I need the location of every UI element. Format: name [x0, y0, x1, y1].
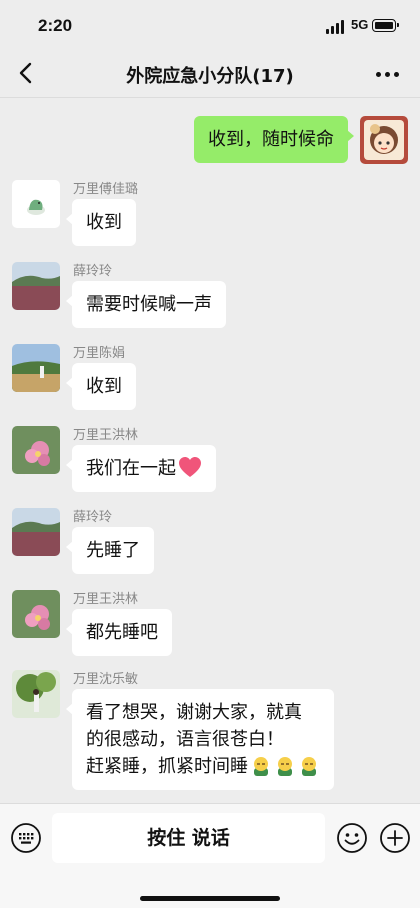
sleepy-face-emoji-icon — [302, 757, 316, 776]
sleepy-face-emoji-icon — [278, 757, 292, 776]
flower-avatar[interactable] — [12, 590, 60, 638]
message-bubble[interactable]: 都先睡吧 — [66, 609, 172, 656]
plus-icon[interactable] — [379, 822, 411, 854]
sender-name: 万里王洪林 — [73, 428, 139, 443]
keyboard-icon[interactable] — [10, 822, 42, 854]
flower-avatar[interactable] — [12, 426, 60, 474]
sender-name: 万里沈乐敏 — [73, 672, 139, 687]
dinosaur-avatar[interactable] — [12, 180, 60, 228]
message-bubble[interactable]: 看了想哭，谢谢大家，就真 的很感动，语言很苍白！ 赶紧睡，抓紧时间睡 — [66, 689, 334, 790]
message-bubble[interactable]: 我们在一起 — [66, 445, 216, 492]
battery-icon — [372, 19, 399, 32]
message-text: 我们在一起 — [86, 458, 176, 479]
message-text-line: 看了想哭，谢谢大家，就真 — [86, 702, 302, 723]
emoji-icon[interactable] — [336, 822, 368, 854]
status-time: 2:20 — [38, 16, 73, 35]
sender-name: 薛玲玲 — [73, 510, 113, 525]
heart-icon — [179, 457, 201, 477]
sleepy-face-emoji-icon — [254, 757, 268, 776]
message-bubble[interactable]: 先睡了 — [66, 527, 154, 574]
self-avatar[interactable] — [360, 116, 408, 164]
status-bar: 2:20 5G — [0, 0, 420, 52]
message-text-line: 的很感动，语言很苍白！ — [86, 729, 284, 750]
home-indicator — [140, 896, 280, 901]
sender-name: 万里陈娟 — [73, 346, 126, 361]
field-avatar[interactable] — [12, 508, 60, 556]
message-bubble[interactable]: 收到，随时候命 — [194, 116, 354, 163]
nav-bar: 外院应急小分队(17) — [0, 52, 420, 98]
input-bar: 按住 说话 — [0, 803, 420, 908]
chat-title: 外院应急小分队(17) — [126, 66, 294, 87]
sender-name: 万里王洪林 — [73, 592, 139, 607]
more-icon[interactable] — [372, 64, 404, 84]
sender-name: 万里傅佳璐 — [73, 182, 139, 197]
tree-avatar[interactable] — [12, 670, 60, 718]
meadow-avatar[interactable] — [12, 344, 60, 392]
message-bubble[interactable]: 收到 — [66, 363, 136, 410]
signal-icon — [326, 20, 346, 34]
sender-name: 薛玲玲 — [73, 264, 113, 279]
message-bubble[interactable]: 需要时候喊一声 — [66, 281, 226, 328]
message-bubble[interactable]: 收到 — [66, 199, 136, 246]
message-text-line: 赶紧睡，抓紧时间睡 — [86, 753, 320, 780]
back-icon[interactable] — [12, 58, 42, 88]
field-avatar[interactable] — [12, 262, 60, 310]
hold-to-talk-button[interactable]: 按住 说话 — [52, 813, 325, 863]
network-label: 5G — [351, 17, 369, 32]
